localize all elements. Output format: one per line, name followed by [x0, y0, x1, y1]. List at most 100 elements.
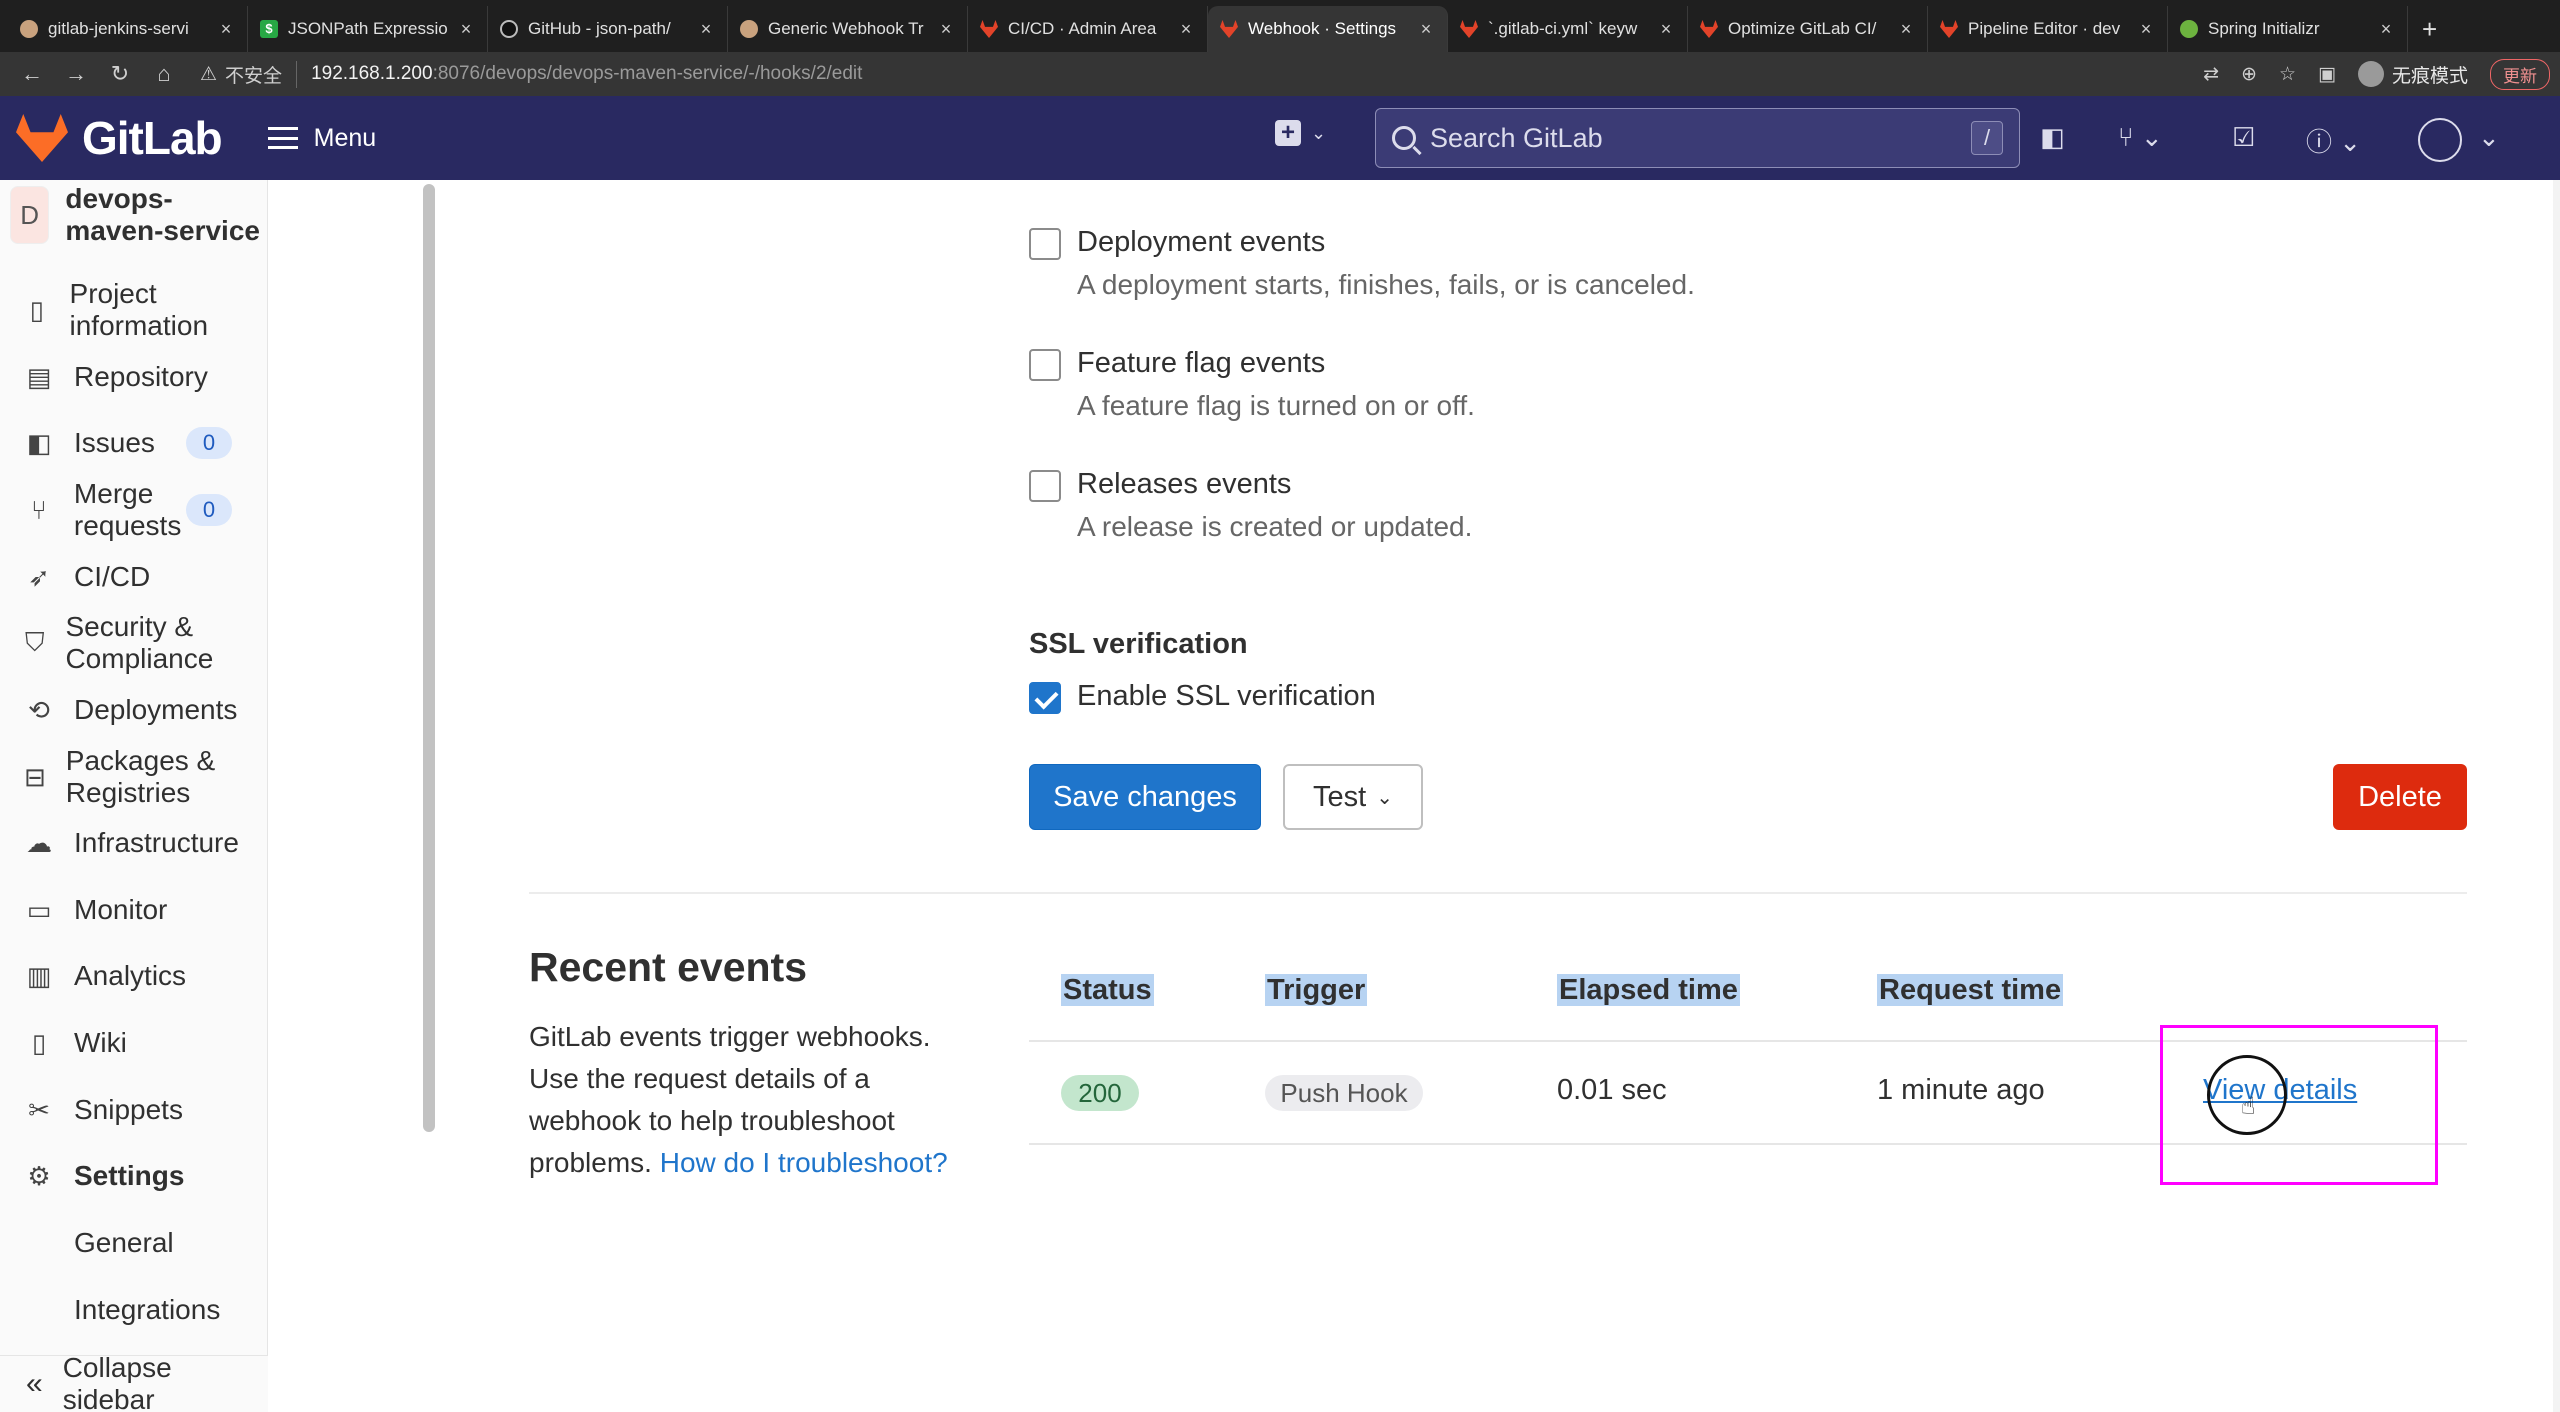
cloud-gear-icon: ☁: [26, 827, 52, 858]
sidebar-item-project-information[interactable]: ▯ Project information: [0, 278, 268, 341]
feature-flag-events-label[interactable]: Feature flag events: [1077, 347, 1475, 380]
sidebar-item-wiki[interactable]: ▯ Wiki: [0, 1013, 268, 1073]
merge-request-icon[interactable]: ⑂ ⌄: [2118, 122, 2163, 153]
gitlab-favicon-icon: [1460, 20, 1478, 38]
delete-button[interactable]: Delete: [2333, 764, 2467, 830]
feature-flag-events-checkbox[interactable]: [1029, 349, 1061, 381]
sidebar-item-repository[interactable]: ▤ Repository: [0, 347, 268, 407]
sidebar-subitem-integrations[interactable]: Integrations: [0, 1282, 268, 1338]
deployment-events-help: A deployment starts, finishes, fails, or…: [1077, 269, 1695, 300]
deployment-events-label[interactable]: Deployment events: [1077, 226, 1695, 259]
github-icon: [500, 20, 518, 38]
browser-tab[interactable]: Pipeline Editor · dev ×: [1928, 6, 2168, 52]
page-scrollbar[interactable]: [2553, 180, 2560, 1412]
browser-tab-active[interactable]: Webhook · Settings ×: [1208, 6, 1448, 52]
save-changes-button[interactable]: Save changes: [1029, 764, 1261, 830]
sidebar-item-snippets[interactable]: ✂ Snippets: [0, 1080, 268, 1140]
close-tab-icon[interactable]: ×: [2377, 19, 2395, 40]
status-badge: 200: [1061, 1075, 1139, 1111]
plus-square-icon: +: [1275, 120, 1301, 146]
package-icon: ⊟: [24, 761, 46, 792]
recent-events-description: GitLab events trigger webhooks. Use the …: [529, 1021, 948, 1178]
sidebar-item-merge-requests[interactable]: ⑂ Merge requests 0: [0, 478, 268, 541]
test-dropdown-button[interactable]: Test ⌄: [1283, 764, 1423, 830]
browser-tab[interactable]: Spring Initializr ×: [2168, 6, 2408, 52]
sidebar-item-deployments[interactable]: ⟲ Deployments: [0, 680, 268, 740]
chevron-down-icon[interactable]: ⌄: [2478, 122, 2500, 153]
issues-icon[interactable]: ◧: [2040, 122, 2065, 153]
incognito-indicator[interactable]: 无痕模式: [2357, 61, 2468, 88]
help-icon[interactable]: ⓘ ⌄: [2306, 122, 2361, 159]
sidebar-item-security[interactable]: ⛉ Security & Compliance: [0, 611, 268, 674]
issues-icon: ◧: [26, 427, 52, 458]
sidebar-subitem-general[interactable]: General: [0, 1215, 268, 1271]
new-dropdown[interactable]: + ⌄: [1275, 120, 1326, 146]
spring-favicon-icon: [2180, 20, 2198, 38]
new-tab-icon[interactable]: +: [2408, 6, 2451, 52]
browser-tab[interactable]: Optimize GitLab CI/×: [1688, 6, 1928, 52]
browser-tab[interactable]: $ JSONPath Expressio ×: [248, 6, 488, 52]
user-avatar[interactable]: [2418, 118, 2462, 162]
gitlab-logo-link[interactable]: GitLab: [16, 111, 223, 165]
sidebar-scrollbar[interactable]: [423, 184, 435, 1132]
releases-events-label[interactable]: Releases events: [1077, 468, 1472, 501]
close-tab-icon[interactable]: ×: [1897, 19, 1915, 40]
sidebar-item-infrastructure[interactable]: ☁ Infrastructure: [0, 813, 268, 873]
project-header[interactable]: D devops-maven-service: [0, 180, 267, 250]
ssl-verification-checkbox[interactable]: [1029, 682, 1061, 714]
search-icon: [1392, 126, 1416, 150]
releases-events-checkbox[interactable]: [1029, 470, 1061, 502]
star-icon[interactable]: ☆: [2279, 63, 2296, 86]
sidebar-item-settings[interactable]: ⚙ Settings: [0, 1146, 268, 1206]
sidebar-item-cicd[interactable]: ➶ CI/CD: [0, 547, 268, 607]
project-icon: ▯: [29, 294, 44, 325]
zoom-icon[interactable]: ⊕: [2241, 63, 2257, 86]
ssl-verification-label[interactable]: Enable SSL verification: [1077, 680, 1376, 713]
search-input[interactable]: Search GitLab /: [1375, 108, 2020, 168]
close-tab-icon[interactable]: ×: [457, 19, 475, 40]
sidebar-item-analytics[interactable]: ▥ Analytics: [0, 946, 268, 1006]
back-icon[interactable]: ←: [10, 61, 54, 87]
settings-icon: ⚙: [27, 1160, 51, 1191]
translate-icon[interactable]: ⇄: [2203, 63, 2219, 86]
gitlab-logo-icon: [16, 114, 68, 162]
browser-tab[interactable]: `.gitlab-ci.yml` keyw ×: [1448, 6, 1688, 52]
issues-count-badge: 0: [186, 427, 232, 459]
reload-icon[interactable]: ↻: [98, 61, 142, 87]
browser-tab[interactable]: gitlab-jenkins-servi ×: [8, 6, 248, 52]
collapse-sidebar-button[interactable]: «Collapse sidebar: [0, 1352, 268, 1412]
close-tab-icon[interactable]: ×: [217, 19, 235, 40]
favicon-icon: [20, 20, 38, 38]
sidebar-item-monitor[interactable]: ▭ Monitor: [0, 880, 268, 940]
file-icon: ▤: [26, 361, 52, 392]
update-button[interactable]: 更新: [2490, 58, 2550, 90]
sidebar-item-packages[interactable]: ⊟ Packages & Registries: [0, 745, 268, 808]
sidebar-item-issues[interactable]: ◧ Issues 0: [0, 413, 268, 473]
close-tab-icon[interactable]: ×: [2137, 19, 2155, 40]
url-field[interactable]: ⚠ 不安全 192.168.1.200:8076/devops/devops-m…: [200, 60, 2203, 88]
close-tab-icon[interactable]: ×: [937, 19, 955, 40]
forward-icon[interactable]: →: [54, 61, 98, 87]
browser-tab[interactable]: GitHub - json-path/×: [488, 6, 728, 52]
menu-button[interactable]: Menu: [267, 124, 376, 153]
sidepanel-icon[interactable]: ▣: [2318, 63, 2336, 86]
browser-address-bar: ← → ↻ ⌂ ⚠ 不安全 192.168.1.200:8076/devops/…: [0, 52, 2560, 96]
favicon-icon: [740, 20, 758, 38]
ssl-verification-option: Enable SSL verification: [1029, 680, 1376, 714]
warning-icon: ⚠: [200, 63, 218, 85]
pointer-cursor-icon: ☝: [2241, 1093, 2256, 1120]
browser-tab[interactable]: CI/CD · Admin Area ×: [968, 6, 1208, 52]
gitlab-top-bar: GitLab Menu + ⌄ Search GitLab / ◧ ⑂ ⌄ ☑ …: [0, 96, 2560, 180]
close-tab-icon[interactable]: ×: [697, 19, 715, 40]
close-tab-icon[interactable]: ×: [1177, 19, 1195, 40]
deployment-events-checkbox[interactable]: [1029, 228, 1061, 260]
todo-icon[interactable]: ☑: [2232, 122, 2255, 153]
favicon-icon: $: [260, 20, 278, 38]
browser-tab-strip: gitlab-jenkins-servi × $ JSONPath Expressi…: [0, 0, 2560, 52]
home-icon[interactable]: ⌂: [142, 61, 186, 87]
troubleshoot-help-link[interactable]: How do I troubleshoot?: [660, 1147, 948, 1178]
browser-tab[interactable]: Generic Webhook Tr ×: [728, 6, 968, 52]
deployments-icon: ⟲: [28, 694, 50, 725]
close-tab-icon[interactable]: ×: [1417, 19, 1435, 40]
close-tab-icon[interactable]: ×: [1657, 19, 1675, 40]
